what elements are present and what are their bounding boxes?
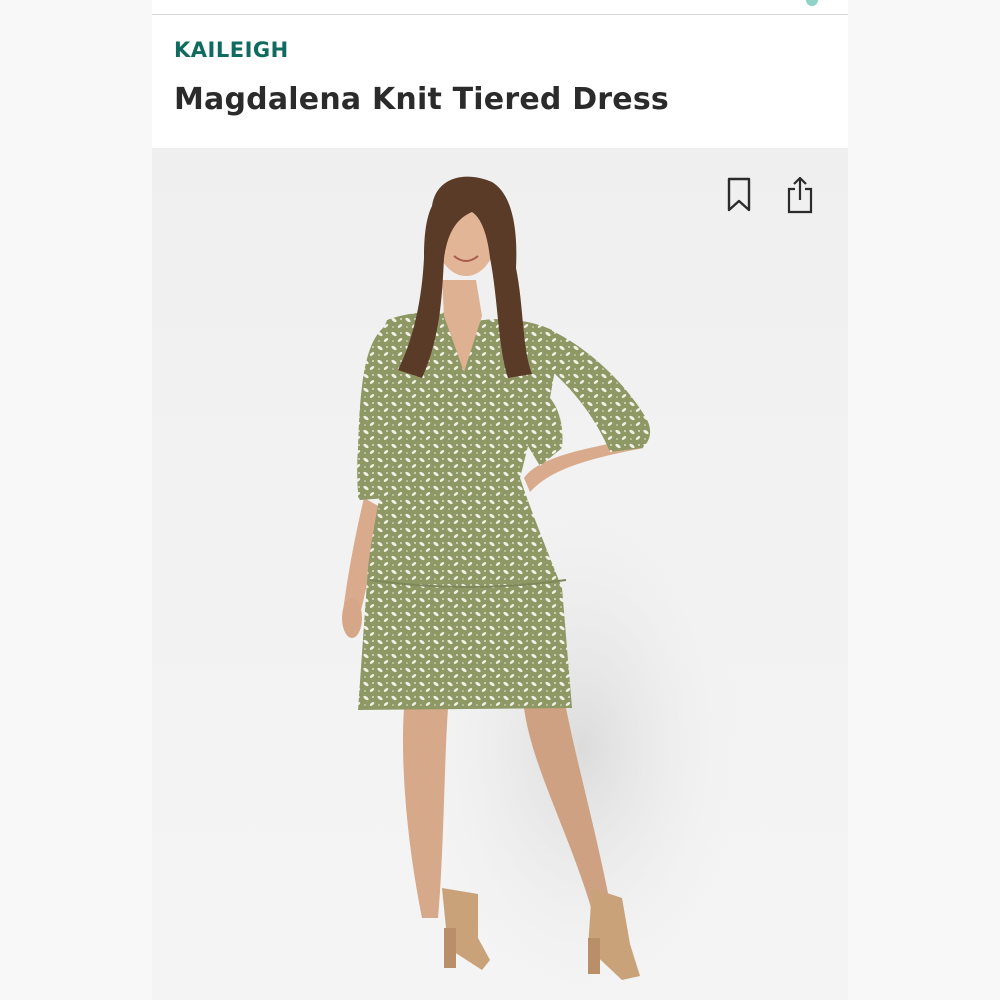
status-indicator [806,0,818,6]
product-header: KAILEIGH Magdalena Knit Tiered Dress [174,38,826,117]
product-page: KAILEIGH Magdalena Knit Tiered Dress [152,0,848,1000]
right-heel [588,938,600,974]
share-icon[interactable] [785,176,815,214]
model-image [342,176,742,1000]
left-leg [402,708,448,918]
product-title: Magdalena Knit Tiered Dress [174,82,669,117]
right-margin [848,0,1000,1000]
left-heel [444,928,456,968]
product-photo[interactable] [152,148,848,1000]
top-divider [152,14,848,15]
right-sleeve [548,330,651,452]
bookmark-icon[interactable] [724,176,754,214]
left-margin [0,0,152,1000]
left-hand [342,598,362,638]
brand-name[interactable]: KAILEIGH [174,38,826,62]
